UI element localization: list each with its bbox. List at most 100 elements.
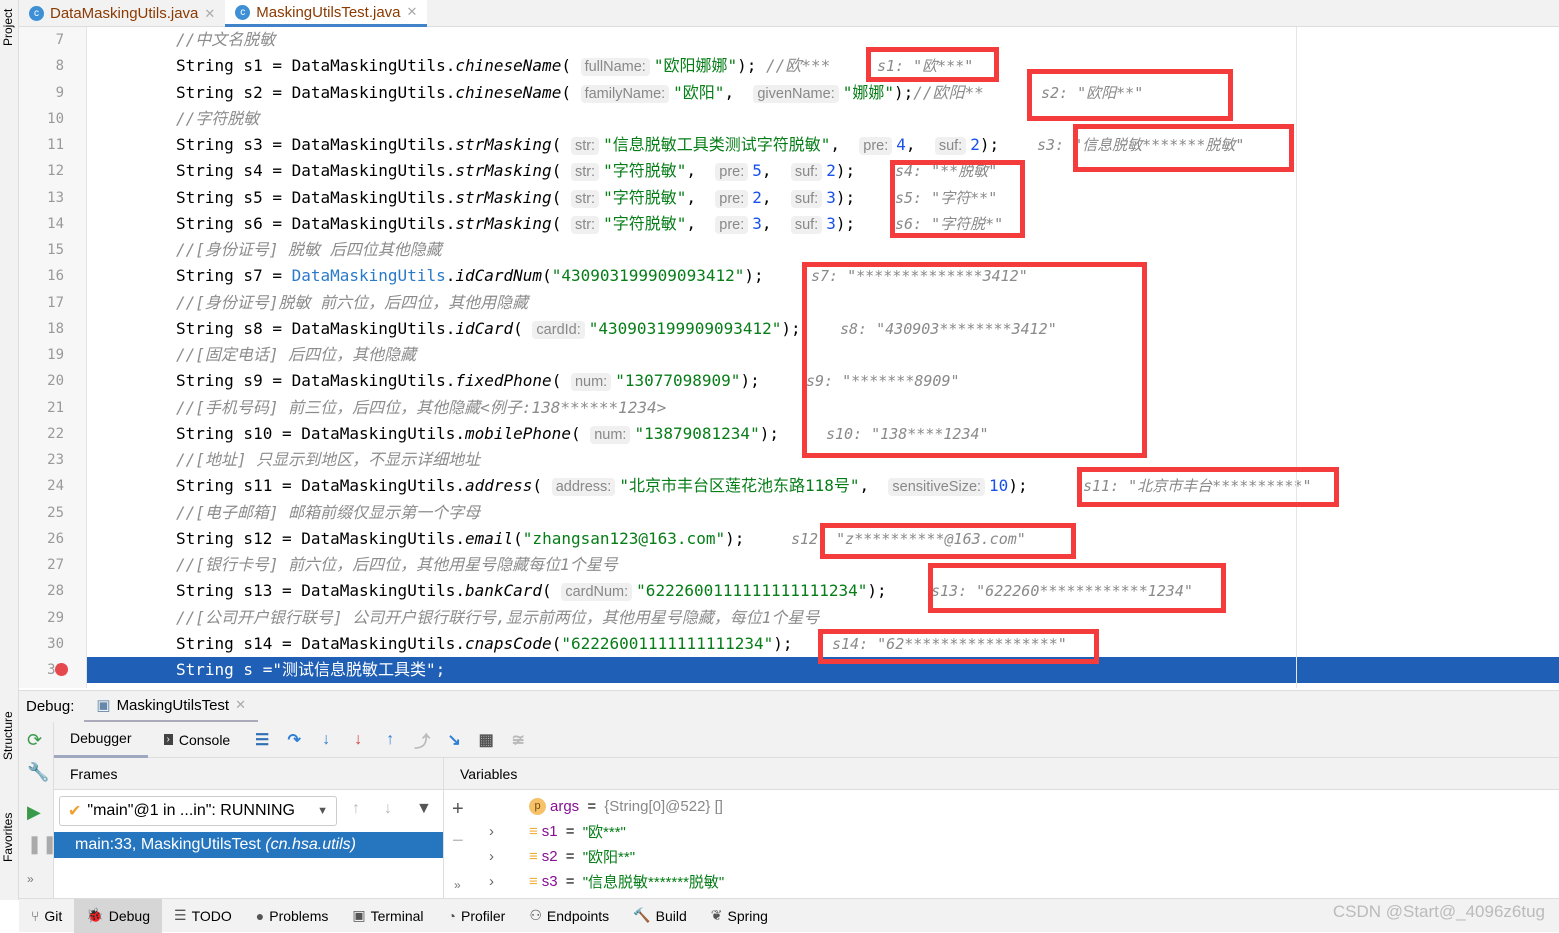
variable-row[interactable]: › ≡ s2 = "欧阳**" <box>489 844 635 868</box>
evaluate-icon[interactable]: ▦ <box>470 730 502 750</box>
line-number[interactable]: 17 <box>38 290 64 316</box>
code-line[interactable]: String s3 = DataMaskingUtils.strMasking(… <box>87 132 1559 158</box>
tab-maskingutilstest[interactable]: c MaskingUtilsTest.java ✕ <box>225 0 428 27</box>
code-token: ); <box>781 318 801 338</box>
annotation-box <box>820 523 1076 559</box>
line-number[interactable]: 23 <box>38 447 64 473</box>
code-line[interactable]: //字符脱敏 <box>87 106 1559 132</box>
variable-name: s3 <box>541 872 558 890</box>
code-line[interactable]: String s1 = DataMaskingUtils.chineseName… <box>87 53 1559 79</box>
chevron-right-icon[interactable]: › <box>489 848 494 865</box>
line-number[interactable]: 29 <box>38 605 64 631</box>
structure-tool-button[interactable]: Structure <box>1 711 15 760</box>
arrow-down-icon[interactable]: ↓ <box>384 800 392 818</box>
line-number[interactable]: 28 <box>38 578 64 604</box>
tool-window-label: Terminal <box>370 907 424 924</box>
more-icon[interactable]: » <box>454 878 461 892</box>
line-number[interactable]: 22 <box>38 421 64 447</box>
line-number[interactable]: 10 <box>38 106 64 132</box>
debug-session-tab[interactable]: ▣ MaskingUtilsTest ✕ <box>84 691 258 723</box>
line-number[interactable]: 8 <box>38 53 64 79</box>
step-out-icon[interactable]: ↑ <box>374 731 406 749</box>
code-line[interactable]: //中文名脱敏 <box>87 27 1559 53</box>
step-into-icon[interactable]: ↓ <box>310 731 342 749</box>
parameter-hint: familyName: <box>580 84 670 103</box>
chevron-right-icon[interactable]: › <box>489 823 494 840</box>
code-line[interactable]: //[身份证号] 脱敏 后四位其他隐藏 <box>87 237 1559 263</box>
close-icon[interactable]: ✕ <box>407 4 418 20</box>
arrow-up-icon[interactable]: ↑ <box>352 800 360 818</box>
tool-window-endpoints[interactable]: ⚇ Endpoints <box>517 899 621 933</box>
force-step-into-icon[interactable]: ↓ <box>342 731 374 749</box>
thread-select[interactable]: ✔ "main"@1 in ...in": RUNNING ▼ <box>59 796 337 826</box>
frame-item[interactable]: main:33, MaskingUtilsTest (cn.hsa.utils) <box>54 832 443 858</box>
close-icon[interactable]: ✕ <box>204 6 215 22</box>
line-number[interactable]: 11 <box>38 132 64 158</box>
layout-icon[interactable]: ☰ <box>246 730 278 750</box>
rerun-icon[interactable]: ⟳ <box>27 730 42 751</box>
tool-window-problems[interactable]: ● Problems <box>244 899 341 933</box>
tab-datamaskingutils[interactable]: c DataMaskingUtils.java ✕ <box>19 0 225 27</box>
line-number[interactable]: 12 <box>38 158 64 184</box>
line-number[interactable]: 14 <box>38 211 64 237</box>
tool-window-todo[interactable]: ☰ TODO <box>162 899 244 933</box>
project-tool-button[interactable]: Project <box>1 9 15 46</box>
comment: //[公司开户银行联号] 公司开户银行联行号,显示前两位，其他用星号隐藏，每位1… <box>176 607 820 627</box>
tool-window-debug[interactable]: 🐞 Debug <box>74 898 162 933</box>
comment: //[地址] 只显示到地区，不显示详细地址 <box>176 450 481 469</box>
code-line[interactable]: //[公司开户银行联号] 公司开户银行联行号,显示前两位，其他用星号隐藏，每位1… <box>87 605 1559 631</box>
add-watch-icon[interactable]: + <box>452 798 464 821</box>
breakpoint-icon[interactable] <box>55 663 68 676</box>
code-line[interactable]: String s2 = DataMaskingUtils.chineseName… <box>87 80 1559 106</box>
tool-window-profiler[interactable]: ◔ Profiler <box>436 899 518 933</box>
parameter-hint: pre: <box>715 189 749 208</box>
code-line[interactable]: String s5 = DataMaskingUtils.strMasking(… <box>87 185 1559 211</box>
tool-window-terminal[interactable]: ▣ Terminal <box>340 899 435 933</box>
variable-row[interactable]: p args = {String[0]@522} [] <box>529 794 723 818</box>
code-token: address <box>464 476 533 496</box>
trace-icon[interactable]: ≆ <box>502 730 534 750</box>
parameter-hint: givenName: <box>753 84 839 103</box>
line-number[interactable]: 7 <box>38 27 64 53</box>
pause-icon[interactable]: ❚❚ <box>27 834 57 855</box>
line-number[interactable]: 19 <box>38 342 64 368</box>
code-line[interactable]: String s6 = DataMaskingUtils.strMasking(… <box>87 211 1559 237</box>
code-token: 4 <box>896 135 906 154</box>
line-number[interactable]: 24 <box>38 473 64 499</box>
annotation-box <box>802 262 1147 458</box>
line-number[interactable]: 26 <box>38 526 64 552</box>
wrench-icon[interactable]: 🔧 <box>27 762 49 783</box>
resume-icon[interactable]: ▶ <box>27 802 41 823</box>
line-number[interactable]: 21 <box>38 395 64 421</box>
code-token: 3 <box>752 213 762 233</box>
drop-frame-icon[interactable]: ⤴ <box>406 728 438 752</box>
line-number[interactable]: 27 <box>38 552 64 578</box>
step-over-icon[interactable]: ↷ <box>278 730 310 750</box>
filter-icon[interactable]: ▼ <box>416 800 432 818</box>
code-token: idCardNum <box>455 266 543 286</box>
parameter-hint: pre: <box>859 137 893 155</box>
line-number[interactable]: 9 <box>38 80 64 106</box>
variable-row[interactable]: › ≡ s1 = "欧***" <box>489 819 626 843</box>
line-number[interactable]: 13 <box>38 185 64 211</box>
code-line[interactable]: String s4 = DataMaskingUtils.strMasking(… <box>87 158 1559 184</box>
remove-watch-icon[interactable]: − <box>452 830 464 853</box>
more-icon[interactable]: » <box>27 872 34 886</box>
tab-console[interactable]: › Console <box>148 722 247 758</box>
line-number[interactable]: 18 <box>38 316 64 342</box>
tool-window-build[interactable]: 🔨 Build <box>621 899 699 933</box>
line-number[interactable]: 15 <box>38 237 64 263</box>
line-number[interactable]: 20 <box>38 368 64 394</box>
tool-window-git[interactable]: ⑂ Git <box>19 899 74 933</box>
variable-row[interactable]: › ≡ s3 = "信息脱敏*******脱敏" <box>489 869 724 893</box>
tab-debugger[interactable]: Debugger <box>54 722 148 758</box>
run-to-cursor-icon[interactable]: ↘ <box>438 730 470 750</box>
chevron-right-icon[interactable]: › <box>489 873 494 890</box>
close-icon[interactable]: ✕ <box>235 697 246 713</box>
line-number[interactable]: 30 <box>38 631 64 657</box>
tool-window-spring[interactable]: ❦ Spring <box>699 899 780 933</box>
code-line[interactable]: String s13 = DataMaskingUtils.bankCard( … <box>87 578 1559 604</box>
line-number[interactable]: 16 <box>38 263 64 289</box>
favorites-tool-button[interactable]: Favorites <box>1 813 15 862</box>
line-number[interactable]: 25 <box>38 500 64 526</box>
